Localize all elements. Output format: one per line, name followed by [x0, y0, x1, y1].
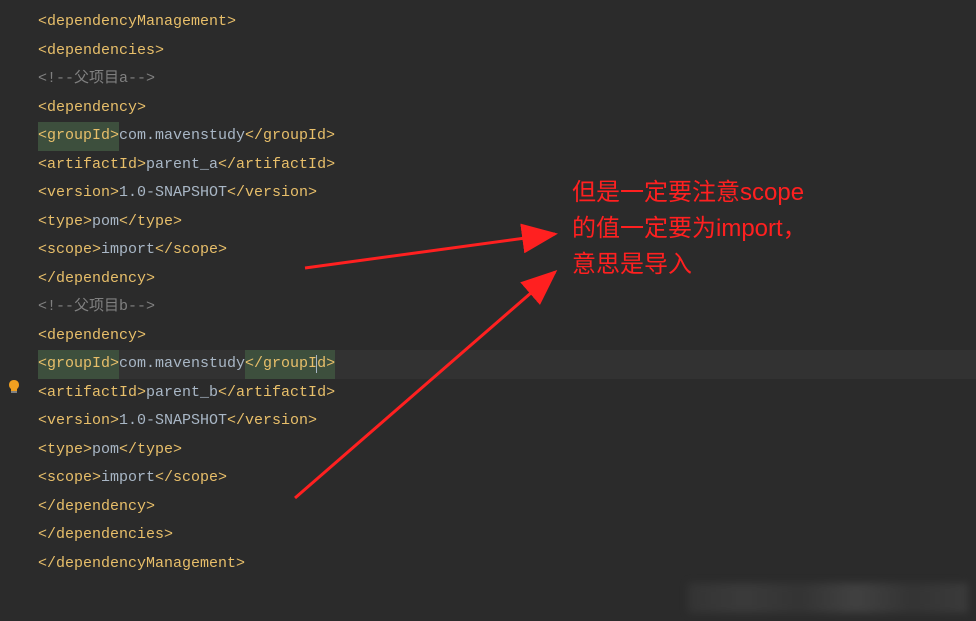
- lightbulb-icon[interactable]: [6, 378, 22, 394]
- code-line-active[interactable]: <groupId>com.mavenstudy</groupId>: [38, 350, 976, 379]
- code-editor[interactable]: <dependencyManagement> <dependencies> <!…: [0, 0, 976, 586]
- code-line[interactable]: <type>pom</type>: [38, 436, 976, 465]
- code-line[interactable]: <artifactId>parent_a</artifactId>: [38, 151, 976, 180]
- code-line[interactable]: </dependency>: [38, 493, 976, 522]
- editor-gutter: [0, 8, 30, 594]
- code-line[interactable]: </dependencies>: [38, 521, 976, 550]
- annotation-text: 但是一定要注意scope 的值一定要为import， 意思是导入: [572, 175, 807, 283]
- code-line[interactable]: </dependencyManagement>: [38, 550, 976, 579]
- code-line[interactable]: <type>pom</type>: [38, 208, 976, 237]
- watermark-blur: [688, 583, 968, 613]
- code-line[interactable]: <version>1.0-SNAPSHOT</version>: [38, 179, 976, 208]
- code-line[interactable]: <dependency>: [38, 94, 976, 123]
- code-line[interactable]: <scope>import</scope>: [38, 236, 976, 265]
- code-line[interactable]: </dependency>: [38, 265, 976, 294]
- code-line[interactable]: <!--父项目b-->: [38, 293, 976, 322]
- code-line[interactable]: <scope>import</scope>: [38, 464, 976, 493]
- code-line[interactable]: <groupId>com.mavenstudy</groupId>: [38, 122, 976, 151]
- code-line[interactable]: <!--父项目a-->: [38, 65, 976, 94]
- code-content[interactable]: <dependencyManagement> <dependencies> <!…: [38, 8, 976, 578]
- code-line[interactable]: <artifactId>parent_b</artifactId>: [38, 379, 976, 408]
- code-line[interactable]: <dependencies>: [38, 37, 976, 66]
- code-line[interactable]: <dependency>: [38, 322, 976, 351]
- code-line[interactable]: <version>1.0-SNAPSHOT</version>: [38, 407, 976, 436]
- code-line[interactable]: <dependencyManagement>: [38, 8, 976, 37]
